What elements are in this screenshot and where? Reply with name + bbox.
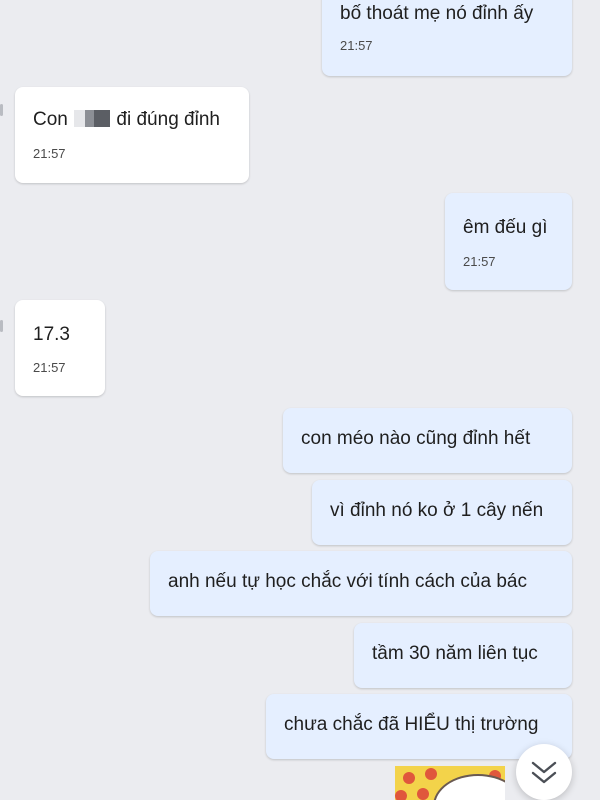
- message-time: 21:57: [463, 254, 496, 269]
- outgoing-message[interactable]: êm đếu gì 21:57: [445, 193, 572, 290]
- sticker-character: [433, 774, 505, 800]
- message-text-prefix: Con: [33, 109, 68, 130]
- edge-marker: [0, 320, 3, 332]
- incoming-message[interactable]: 17.3 21:57: [15, 300, 105, 396]
- message-text: tầm 30 năm liên tục: [372, 643, 538, 664]
- message-text: 17.3: [33, 324, 70, 345]
- message-text: bố thoát mẹ nó đỉnh ấy: [340, 3, 534, 24]
- sticker-dot: [395, 790, 407, 800]
- outgoing-message[interactable]: anh nếu tự học chắc với tính cách của bá…: [150, 551, 572, 616]
- scroll-to-bottom-button[interactable]: [516, 744, 572, 800]
- edge-marker: [0, 104, 3, 116]
- message-time: 21:57: [340, 38, 373, 53]
- outgoing-message[interactable]: bố thoát mẹ nó đỉnh ấy 21:57: [322, 0, 572, 76]
- outgoing-message[interactable]: tầm 30 năm liên tục: [354, 623, 572, 688]
- message-text-suffix: đi đúng đỉnh: [116, 109, 220, 130]
- chat-message-list[interactable]: bố thoát mẹ nó đỉnh ấy 21:57 Con đi đúng…: [0, 0, 600, 800]
- chevron-double-down-icon: [531, 761, 557, 784]
- message-time: 21:57: [33, 360, 66, 375]
- sticker-image[interactable]: [395, 766, 505, 800]
- outgoing-message[interactable]: con méo nào cũng đỉnh hết: [283, 408, 572, 473]
- message-text: Con đi đúng đỉnh: [33, 109, 220, 131]
- message-text: con méo nào cũng đỉnh hết: [301, 428, 531, 449]
- incoming-message[interactable]: Con đi đúng đỉnh 21:57: [15, 87, 249, 183]
- message-text: êm đếu gì: [463, 217, 548, 238]
- message-text: anh nếu tự học chắc với tính cách của bá…: [168, 571, 527, 592]
- redaction-mark: [74, 110, 111, 127]
- message-time: 21:57: [33, 146, 66, 161]
- sticker-dot: [403, 772, 415, 784]
- outgoing-message[interactable]: vì đỉnh nó ko ở 1 cây nến: [312, 480, 572, 545]
- message-text: vì đỉnh nó ko ở 1 cây nến: [330, 500, 544, 521]
- message-text: chưa chắc đã HIỂU thị trường: [284, 714, 539, 735]
- sticker-dot: [425, 768, 437, 780]
- sticker-dot: [417, 788, 429, 800]
